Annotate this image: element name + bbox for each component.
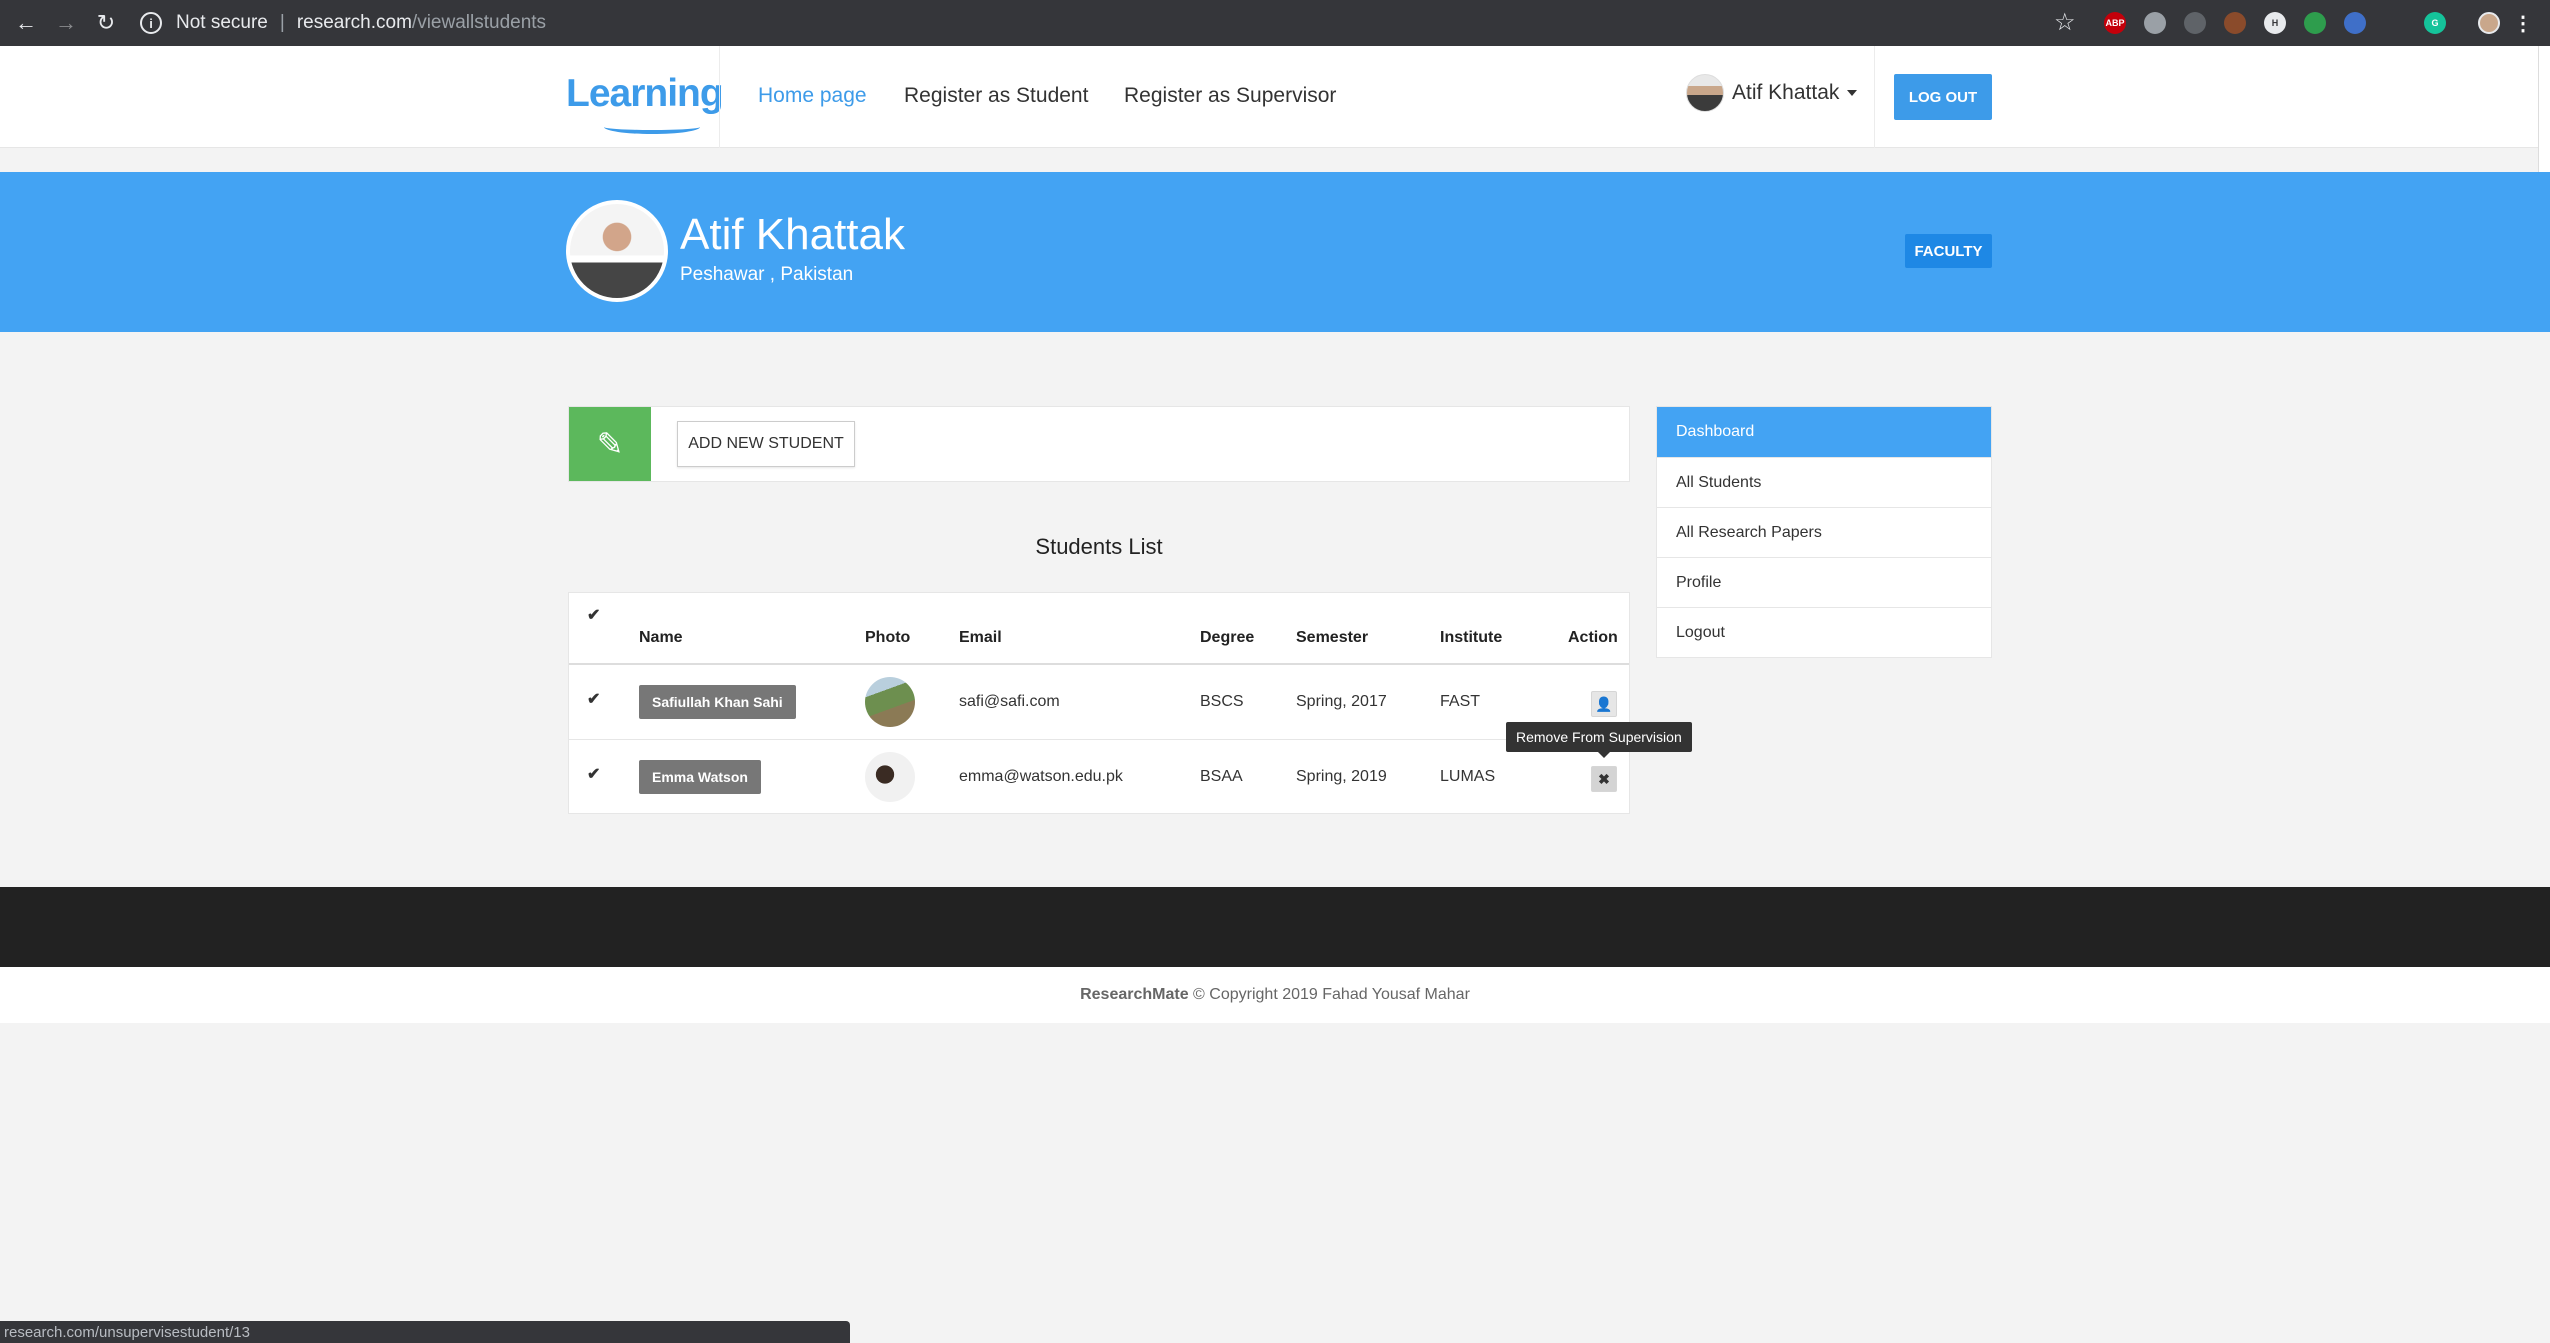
student-degree: BSAA [1200, 768, 1243, 785]
remove-from-supervision-button[interactable]: ✖ [1591, 766, 1617, 792]
address-bar[interactable]: i Not secure | research.com/viewallstude… [140, 5, 2085, 41]
user-icon: 👤 [1595, 695, 1613, 712]
forward-arrow-icon[interactable]: → [46, 0, 86, 46]
nav-divider [719, 46, 720, 148]
extension-orange-icon[interactable] [2224, 12, 2246, 34]
footer-copyright-text: © Copyright 2019 Fahad Yousaf Mahar [1193, 986, 1470, 1003]
logout-button[interactable]: LOG OUT [1894, 74, 1992, 120]
tooltip-arrow [1598, 752, 1610, 758]
tooltip: Remove From Supervision [1506, 722, 1692, 752]
column-header-photo: Photo [865, 629, 911, 646]
profile-avatar-icon[interactable] [2478, 12, 2500, 34]
view-student-button[interactable]: 👤 [1591, 691, 1617, 717]
back-arrow-icon[interactable]: ← [6, 0, 46, 46]
student-email: safi@safi.com [959, 693, 1060, 710]
gear-extension-icon[interactable] [2184, 12, 2206, 34]
row-checkbox[interactable]: ✔ [587, 689, 600, 709]
security-label: Not secure [176, 12, 268, 33]
footer-band [0, 887, 2550, 967]
extension-blue-icon[interactable] [2344, 12, 2366, 34]
extension-leaf-icon[interactable] [2304, 12, 2326, 34]
footer-copyright: ResearchMate © Copyright 2019 Fahad Yous… [0, 967, 2550, 1023]
sidebar-menu: Dashboard All Students All Research Pape… [1656, 406, 1992, 658]
nav-divider [1874, 46, 1875, 148]
bookmark-star-icon[interactable]: ☆ [2054, 8, 2076, 37]
student-institute: LUMAS [1440, 768, 1496, 785]
sidebar-item-logout[interactable]: Logout [1657, 607, 1991, 657]
add-new-student-button[interactable]: ADD NEW STUDENT [677, 421, 855, 467]
close-icon: ✖ [1598, 770, 1610, 787]
column-header-name: Name [639, 629, 683, 646]
students-list-title: Students List [1035, 534, 1163, 559]
extension-h-icon[interactable]: H [2264, 12, 2286, 34]
url-separator: | [279, 12, 285, 33]
select-all-checkbox[interactable]: ✔ [587, 605, 600, 625]
site-logo[interactable]: Learning [566, 72, 724, 116]
profile-banner: Atif Khattak Peshawar , Pakistan FACULTY [0, 172, 2550, 332]
student-photo [865, 752, 915, 802]
nav-home-link[interactable]: Home page [758, 84, 867, 108]
student-institute: FAST [1440, 693, 1481, 710]
info-icon[interactable]: i [140, 12, 162, 34]
column-header-institute: Institute [1440, 629, 1503, 646]
menu-dots-icon[interactable]: ⋮ [2512, 12, 2534, 35]
pencil-icon: ✎ [569, 407, 651, 481]
student-name-label: Safiullah Khan Sahi [639, 685, 796, 719]
table-row: ✔ Emma Watson emma@watson.edu.pk BSAA Sp… [569, 739, 1629, 813]
column-header-semester: Semester [1296, 629, 1369, 646]
profile-name: Atif Khattak [680, 210, 906, 259]
reload-icon[interactable]: ↻ [86, 0, 126, 46]
nav-register-supervisor-link[interactable]: Register as Supervisor [1124, 84, 1336, 108]
role-badge: FACULTY [1905, 234, 1992, 268]
user-name: Atif Khattak [1732, 81, 1840, 104]
student-degree: BSCS [1200, 693, 1244, 710]
grammarly-icon[interactable]: G [2424, 12, 2446, 34]
profile-location: Peshawar , Pakistan [680, 264, 854, 285]
user-dropdown[interactable]: Atif Khattak [1686, 74, 1858, 112]
footer-brand: ResearchMate [1080, 986, 1189, 1003]
table-row: ✔ Safiullah Khan Sahi safi@safi.com BSCS… [569, 663, 1629, 737]
sidebar-item-all-students[interactable]: All Students [1657, 457, 1991, 507]
column-header-email: Email [959, 629, 1002, 646]
logo-swoosh [604, 120, 700, 134]
caret-down-icon [1847, 90, 1858, 96]
column-header-degree: Degree [1200, 629, 1255, 646]
abp-icon[interactable]: ABP [2104, 12, 2126, 34]
site-navbar: Learning Home page Register as Student R… [0, 46, 2550, 148]
column-header-action: Action [1568, 629, 1618, 646]
students-table: ✔ Name Photo Email Degree Semester Insti… [568, 592, 1630, 814]
student-photo [865, 677, 915, 727]
action-bar: ✎ ADD NEW STUDENT [568, 406, 1630, 482]
nav-register-student-link[interactable]: Register as Student [904, 84, 1088, 108]
sidebar-item-profile[interactable]: Profile [1657, 557, 1991, 607]
sidebar-item-all-research-papers[interactable]: All Research Papers [1657, 507, 1991, 557]
sidebar-item-dashboard[interactable]: Dashboard [1657, 407, 1991, 457]
student-email: emma@watson.edu.pk [959, 768, 1123, 785]
extension-circle-icon[interactable] [2144, 12, 2166, 34]
status-bar-url: research.com/unsupervisestudent/13 [0, 1321, 850, 1343]
url-host: research.com [296, 12, 412, 33]
student-semester: Spring, 2017 [1296, 693, 1387, 710]
student-name-label: Emma Watson [639, 760, 761, 794]
avatar [1686, 74, 1724, 112]
row-checkbox[interactable]: ✔ [587, 764, 600, 784]
profile-avatar [566, 200, 668, 302]
url-path: /viewallstudents [411, 12, 547, 33]
browser-toolbar: ← → ↻ i Not secure | research.com/viewal… [0, 0, 2550, 46]
student-semester: Spring, 2019 [1296, 768, 1387, 785]
